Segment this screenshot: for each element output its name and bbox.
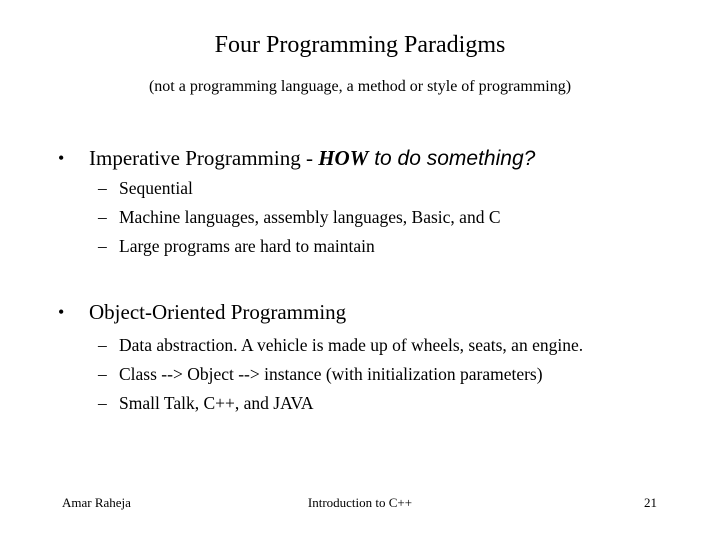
sub-item-text: Class --> Object --> instance (with init…	[119, 364, 543, 384]
bullet-text-emphasis: HOW	[318, 146, 369, 170]
dash-marker: –	[98, 236, 107, 256]
sub-item-text: Small Talk, C++, and JAVA	[119, 393, 314, 413]
sub-item-text: Machine languages, assembly languages, B…	[119, 207, 501, 227]
footer-course-title: Introduction to C++	[307, 495, 413, 510]
bullet-text-plain: Imperative Programming -	[89, 146, 319, 170]
bullet-text: Object-Oriented Programming	[89, 300, 347, 324]
bullet-marker: •	[58, 148, 65, 168]
dash-marker: –	[98, 393, 107, 413]
dash-marker: –	[98, 364, 107, 384]
footer-page-number: 21	[644, 495, 657, 510]
bullet-text: Imperative Programming - HOW to do somet…	[89, 145, 535, 172]
sub-item-text: Sequential	[119, 178, 193, 198]
sub-item-text: Large programs are hard to maintain	[119, 236, 375, 256]
dash-marker: –	[98, 178, 107, 198]
bullet-text-question: to do something?	[368, 147, 536, 170]
slide-title: Four Programming Paradigms	[214, 32, 506, 58]
slide-subtitle: (not a programming language, a method or…	[148, 78, 572, 95]
slide: Four Programming Paradigms (not a progra…	[0, 0, 720, 540]
dash-marker: –	[98, 335, 107, 355]
dash-marker: –	[98, 207, 107, 227]
bullet-marker: •	[58, 302, 65, 322]
sub-item-text: Data abstraction. A vehicle is made up o…	[119, 335, 584, 355]
